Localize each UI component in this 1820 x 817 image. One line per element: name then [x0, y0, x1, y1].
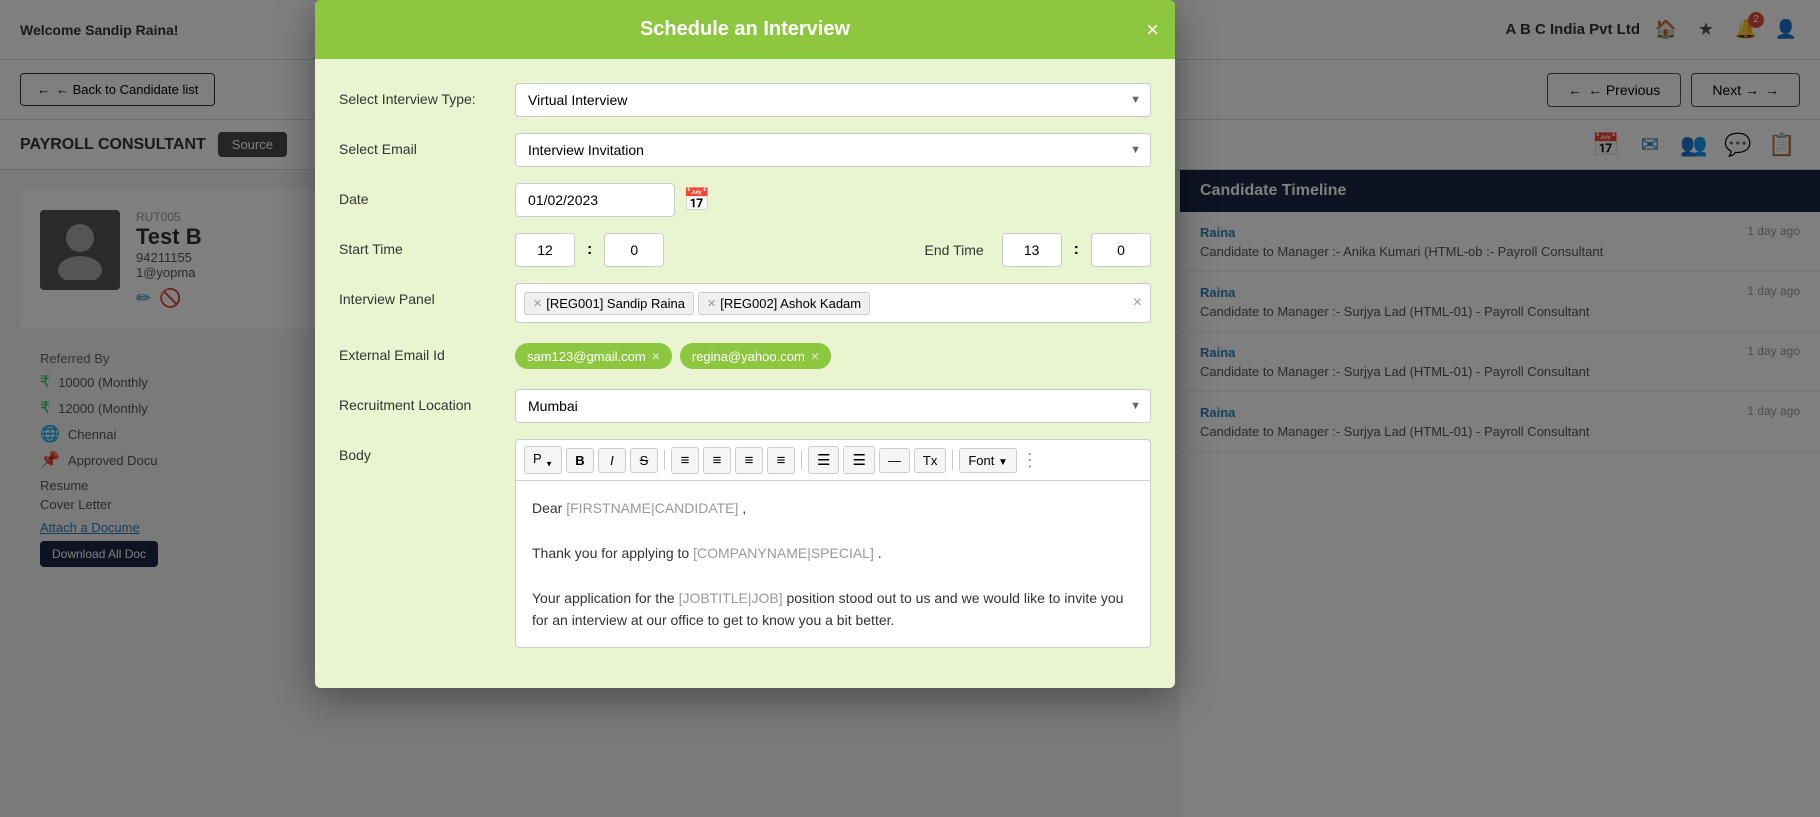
font-label: Font	[968, 453, 994, 468]
select-email-label: Select Email	[339, 133, 499, 157]
ordered-list-button[interactable]: ☰	[843, 446, 874, 474]
modal-close-button[interactable]: ×	[1146, 19, 1159, 41]
body-line-1: Dear [FIRSTNAME|CANDIDATE] ,	[532, 497, 1134, 519]
jobtitle-var: [JOBTITLE|JOB]	[679, 590, 783, 606]
select-email-select[interactable]: Interview Invitation	[515, 133, 1151, 167]
align-center-button[interactable]: ≡	[703, 447, 731, 474]
email-tag-2-close[interactable]: ×	[811, 348, 819, 364]
align-right-button[interactable]: ≡	[735, 447, 763, 474]
thank-you-text: Thank you for applying to	[532, 545, 693, 561]
modal-title: Schedule an Interview	[640, 18, 850, 41]
align-left-button[interactable]: ≡	[671, 447, 699, 474]
recruitment-location-select[interactable]: Mumbai	[515, 389, 1151, 423]
horizontal-rule-button[interactable]: —	[879, 448, 910, 473]
email-tag-2: regina@yahoo.com ×	[680, 343, 831, 369]
italic-button[interactable]: I	[598, 448, 626, 473]
period-text: .	[878, 545, 882, 561]
recruitment-location-label: Recruitment Location	[339, 389, 499, 413]
email-tag-1: sam123@gmail.com ×	[515, 343, 672, 369]
date-input[interactable]	[515, 183, 675, 217]
time-row: Start Time : End Time :	[339, 233, 1151, 267]
body-toolbar: P ▼ B I S ≡ ≡ ≡ ≡	[515, 439, 1151, 480]
body-content-area[interactable]: Dear [FIRSTNAME|CANDIDATE] , Thank you f…	[515, 480, 1151, 648]
date-row: Date 📅	[339, 183, 1151, 217]
start-time-hour-input[interactable]	[515, 233, 575, 267]
comma-text: ,	[742, 500, 746, 516]
bold-label: B	[575, 453, 584, 468]
panel-member-2-tag[interactable]: ✕ [REG002] Ashok Kadam	[698, 292, 870, 315]
start-time-min-input[interactable]	[604, 233, 664, 267]
calendar-picker-icon[interactable]: 📅	[683, 187, 710, 213]
strikethrough-label: S	[640, 453, 649, 468]
body-editor: P ▼ B I S ≡ ≡ ≡ ≡	[515, 439, 1151, 648]
font-button[interactable]: Font ▼	[959, 448, 1017, 473]
end-time-label: End Time	[925, 242, 984, 258]
clear-format-label: Tx	[923, 453, 937, 468]
external-email-label: External Email Id	[339, 339, 499, 363]
end-time-min-input[interactable]	[1091, 233, 1151, 267]
external-email-tags: sam123@gmail.com × regina@yahoo.com ×	[515, 339, 1151, 373]
more-options-button[interactable]: ⋮	[1021, 450, 1039, 471]
body-label: Body	[339, 439, 499, 463]
end-time-colon: :	[1068, 241, 1085, 259]
panel-member-2-label: [REG002] Ashok Kadam	[720, 296, 861, 311]
recruitment-location-select-wrapper[interactable]: Mumbai	[515, 389, 1151, 423]
modal-header: Schedule an Interview ×	[315, 0, 1175, 59]
toolbar-divider-3	[952, 450, 953, 470]
paragraph-button[interactable]: P ▼	[524, 446, 562, 474]
start-time-colon: :	[581, 241, 598, 259]
body-line-3: Your application for the [JOBTITLE|JOB] …	[532, 587, 1134, 632]
panel-tags-clear-button[interactable]: ×	[1133, 294, 1142, 312]
interview-panel-input[interactable]: ✕ [REG001] Sandip Raina ✕ [REG002] Ashok…	[515, 283, 1151, 323]
end-time-hour-input[interactable]	[1002, 233, 1062, 267]
start-time-group: :	[515, 233, 889, 267]
application-text: Your application for the	[532, 590, 679, 606]
interview-panel-row: Interview Panel ✕ [REG001] Sandip Raina …	[339, 283, 1151, 323]
dear-text: Dear	[532, 500, 566, 516]
body-row: Body P ▼ B I S	[339, 439, 1151, 648]
external-email-row: External Email Id sam123@gmail.com × reg…	[339, 339, 1151, 373]
date-label: Date	[339, 183, 499, 207]
modal-body: Select Interview Type: Virtual Interview…	[315, 59, 1175, 688]
panel-member-1-label: [REG001] Sandip Raina	[546, 296, 685, 311]
interview-type-row: Select Interview Type: Virtual Interview	[339, 83, 1151, 117]
toolbar-divider-2	[801, 450, 802, 470]
font-dropdown-arrow: ▼	[998, 457, 1008, 468]
panel-member-1-tag[interactable]: ✕ [REG001] Sandip Raina	[524, 292, 694, 315]
select-email-select-wrapper[interactable]: Interview Invitation	[515, 133, 1151, 167]
panel-tag-close-2[interactable]: ✕	[707, 297, 716, 310]
date-input-wrapper: 📅	[515, 183, 1151, 217]
email-2-value: regina@yahoo.com	[692, 349, 805, 364]
interview-type-label: Select Interview Type:	[339, 83, 499, 107]
start-time-label: Start Time	[339, 233, 499, 257]
email-1-value: sam123@gmail.com	[527, 349, 646, 364]
firstname-var: [FIRSTNAME|CANDIDATE]	[566, 500, 738, 516]
interview-panel-label: Interview Panel	[339, 283, 499, 307]
toolbar-divider-1	[664, 450, 665, 470]
email-tag-1-close[interactable]: ×	[652, 348, 660, 364]
interview-type-select-wrapper[interactable]: Virtual Interview	[515, 83, 1151, 117]
end-time-group: End Time :	[925, 233, 1151, 267]
italic-label: I	[610, 453, 614, 468]
body-line-2: Thank you for applying to [COMPANYNAME|S…	[532, 542, 1134, 564]
panel-tag-close-1[interactable]: ✕	[533, 297, 542, 310]
interview-type-select[interactable]: Virtual Interview	[515, 83, 1151, 117]
bold-button[interactable]: B	[566, 448, 594, 473]
schedule-interview-modal: Schedule an Interview × Select Interview…	[315, 0, 1175, 688]
paragraph-label: P	[533, 451, 541, 466]
paragraph-sub: ▼	[545, 460, 553, 469]
clear-format-button[interactable]: Tx	[914, 448, 946, 473]
unordered-list-button[interactable]: ☰	[808, 446, 839, 474]
recruitment-location-row: Recruitment Location Mumbai	[339, 389, 1151, 423]
companyname-var: [COMPANYNAME|SPECIAL]	[693, 545, 874, 561]
select-email-row: Select Email Interview Invitation	[339, 133, 1151, 167]
justify-button[interactable]: ≡	[767, 447, 795, 474]
strikethrough-button[interactable]: S	[630, 448, 658, 473]
